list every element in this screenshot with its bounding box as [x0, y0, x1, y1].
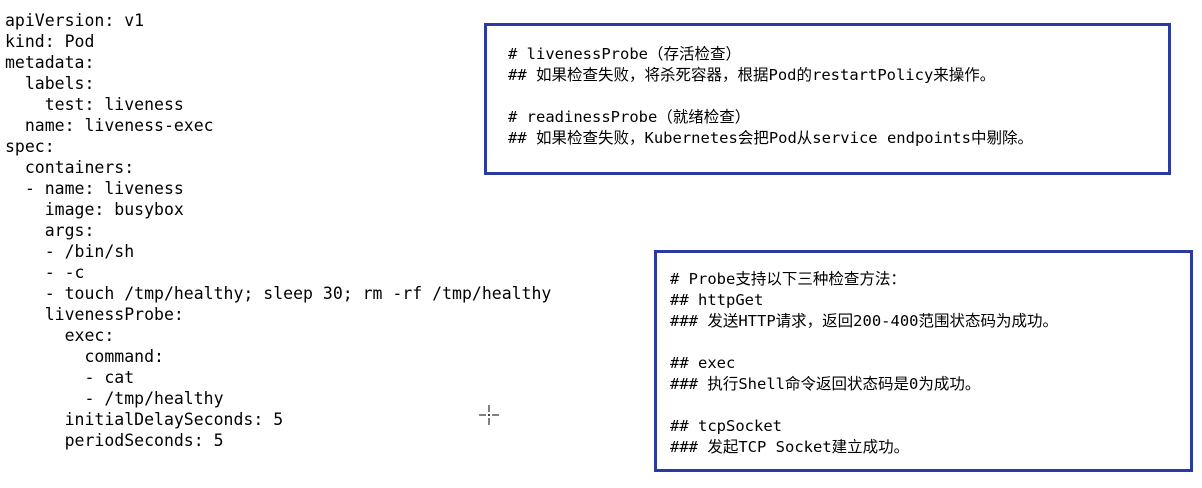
yaml-line: args: — [5, 221, 95, 240]
yaml-line: apiVersion: v1 — [5, 11, 145, 30]
probe-types-note-box: # livenessProbe（存活检查） ## 如果检查失败，将杀死容器，根据… — [484, 23, 1171, 175]
yaml-line: - /bin/sh — [5, 242, 135, 261]
yaml-line: - touch /tmp/healthy; sleep 30; rm -rf /… — [5, 284, 552, 303]
note-line: ## tcpSocket — [670, 417, 782, 435]
note-line: ## exec — [670, 354, 736, 372]
yaml-line: name: liveness-exec — [5, 116, 214, 135]
yaml-line: kind: Pod — [5, 32, 95, 51]
note-line: # Probe支持以下三种检查方法： — [670, 270, 906, 288]
note-line — [670, 332, 1058, 353]
note-line: # livenessProbe（存活检查） — [508, 45, 741, 63]
yaml-line: spec: — [5, 137, 55, 156]
yaml-manifest: apiVersion: v1 kind: Pod metadata: label… — [5, 10, 551, 451]
yaml-line: command: — [5, 347, 164, 366]
yaml-line: - name: liveness — [5, 179, 184, 198]
crosshair-cursor-icon — [479, 405, 499, 425]
yaml-line: test: liveness — [5, 95, 184, 114]
yaml-line: containers: — [5, 158, 135, 177]
yaml-line: exec: — [5, 326, 115, 345]
yaml-line: - /tmp/healthy — [5, 389, 224, 408]
note-line: # readinessProbe（就绪检查） — [508, 108, 751, 126]
yaml-line: - cat — [5, 368, 135, 387]
note-line: ## httpGet — [670, 291, 764, 309]
note-line: ## 如果检查失败，将杀死容器，根据Pod的restartPolicy来操作。 — [508, 66, 996, 84]
note-line: ### 发起TCP Socket建立成功。 — [670, 438, 910, 456]
yaml-line: periodSeconds: 5 — [5, 431, 224, 450]
yaml-line: image: busybox — [5, 200, 184, 219]
note-line — [670, 395, 1058, 416]
yaml-line: livenessProbe: — [5, 305, 184, 324]
note-line: ### 执行Shell命令返回状态码是0为成功。 — [670, 375, 981, 393]
yaml-line: labels: — [5, 74, 95, 93]
note-line: ## 如果检查失败，Kubernetes会把Pod从service endpoi… — [508, 129, 1033, 147]
yaml-line: - -c — [5, 263, 85, 282]
yaml-line: initialDelaySeconds: 5 — [5, 410, 284, 429]
note-line — [508, 86, 1033, 107]
yaml-line: metadata: — [5, 53, 95, 72]
probe-methods-note-box: # Probe支持以下三种检查方法： ## httpGet ### 发送HTTP… — [654, 250, 1193, 472]
note-line: ### 发送HTTP请求，返回200-400范围状态码为成功。 — [670, 312, 1058, 330]
